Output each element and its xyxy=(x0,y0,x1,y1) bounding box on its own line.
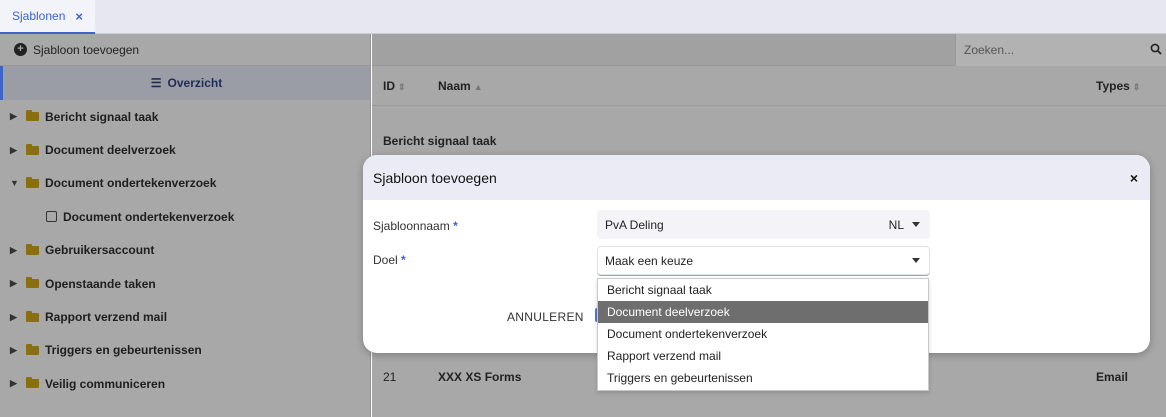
sidebar-folder[interactable]: ▶ Gebruikersaccount xyxy=(0,234,370,267)
template-name-value: PvA Deling xyxy=(605,217,664,232)
chevron-down-icon xyxy=(912,258,920,263)
folder-icon xyxy=(26,243,39,255)
sort-asc-icon: ▲ xyxy=(473,81,483,92)
tab-label: Sjablonen xyxy=(12,9,66,23)
dropdown-option[interactable]: Rapport verzend mail xyxy=(598,345,928,367)
language-value: NL xyxy=(888,217,904,232)
folder-icon xyxy=(26,310,39,322)
tab-sjablonen[interactable]: Sjablonen × xyxy=(0,0,95,34)
template-name-label: Sjabloonnaam * xyxy=(373,219,458,233)
folder-icon xyxy=(26,176,39,188)
caret-right-icon[interactable]: ▶ xyxy=(10,145,20,156)
sort-icon: ⇕ xyxy=(1132,81,1141,92)
search-placeholder: Zoeken... xyxy=(964,43,1015,57)
doel-dropdown-list: Bericht signaal taak Document deelverzoe… xyxy=(597,278,929,391)
close-icon[interactable]: × xyxy=(1130,170,1138,186)
sidebar: + Sjabloon toevoegen ☰ Overzicht ▶ Beric… xyxy=(0,34,371,417)
main-toolbar: Zoeken... xyxy=(372,34,1166,66)
caret-right-icon[interactable]: ▶ xyxy=(10,312,20,323)
row-id: 21 xyxy=(383,370,397,384)
folder-icon xyxy=(26,110,39,122)
caret-right-icon[interactable]: ▶ xyxy=(10,111,20,122)
folder-label: Document deelverzoek xyxy=(45,143,176,158)
row-type: Email xyxy=(1096,370,1129,384)
sidebar-item-overview[interactable]: ☰ Overzicht xyxy=(0,66,370,100)
sidebar-folder[interactable]: ▶ Document deelverzoek xyxy=(0,133,370,166)
doel-label: Doel * xyxy=(373,253,406,267)
folder-icon xyxy=(26,377,39,389)
folder-label: Veilig communiceren xyxy=(45,376,166,391)
plus-circle-icon: + xyxy=(14,43,27,56)
tab-close-icon[interactable]: × xyxy=(75,9,83,24)
column-id[interactable]: ID ⇕ xyxy=(383,79,406,93)
folder-label: Triggers en gebeurtenissen xyxy=(45,343,202,358)
folder-label: Gebruikersaccount xyxy=(45,243,155,258)
dropdown-option[interactable]: Document ondertekenverzoek xyxy=(598,323,928,345)
list-icon: ☰ xyxy=(150,76,162,90)
folder-icon xyxy=(26,143,39,155)
template-label: Document ondertekenverzoek xyxy=(63,209,235,224)
sidebar-template-item[interactable]: Document ondertekenverzoek xyxy=(0,200,370,233)
caret-right-icon[interactable]: ▶ xyxy=(10,345,20,356)
folder-label: Openstaande taken xyxy=(45,276,156,291)
doel-value: Maak een keuze xyxy=(605,253,694,268)
caret-right-icon[interactable]: ▶ xyxy=(10,278,20,289)
required-marker: * xyxy=(401,253,406,267)
sidebar-folder[interactable]: ▶ Openstaande taken xyxy=(0,267,370,300)
folder-label: Rapport verzend mail xyxy=(45,310,168,325)
dialog-header: Sjabloon toevoegen × xyxy=(363,155,1150,200)
template-name-field[interactable]: PvA Deling NL xyxy=(597,210,930,239)
dropdown-option-highlighted[interactable]: Document deelverzoek xyxy=(598,301,928,323)
sidebar-folder[interactable]: ▶ Veilig communiceren xyxy=(0,367,370,400)
dropdown-option[interactable]: Bericht signaal taak xyxy=(598,279,928,301)
add-template-label: Sjabloon toevoegen xyxy=(33,42,140,57)
add-template-button[interactable]: + Sjabloon toevoegen xyxy=(0,34,370,66)
folder-label: Bericht signaal taak xyxy=(45,109,159,124)
search-input[interactable]: Zoeken... xyxy=(955,34,1166,66)
sidebar-folder[interactable]: ▶ Rapport verzend mail xyxy=(0,300,370,333)
required-marker: * xyxy=(453,219,458,233)
row-naam: XXX XS Forms xyxy=(438,370,522,384)
folder-icon xyxy=(26,277,39,289)
cancel-button[interactable]: ANNULEREN xyxy=(507,310,584,324)
table-header: ID ⇕ Naam ▲ Types ⇕ xyxy=(372,66,1166,106)
chevron-down-icon xyxy=(912,222,920,227)
language-select[interactable]: NL xyxy=(889,218,920,232)
column-naam[interactable]: Naam ▲ xyxy=(438,79,483,93)
tab-bar: Sjablonen × xyxy=(0,0,1166,34)
doel-select[interactable]: Maak een keuze xyxy=(597,246,930,276)
group-header: Bericht signaal taak xyxy=(383,134,497,148)
overview-label: Overzicht xyxy=(167,76,223,90)
search-icon[interactable] xyxy=(1150,43,1162,55)
caret-right-icon[interactable]: ▶ xyxy=(10,378,20,389)
document-icon xyxy=(46,211,57,223)
caret-down-icon[interactable]: ▼ xyxy=(10,178,20,188)
dialog-title: Sjabloon toevoegen xyxy=(373,169,497,186)
caret-right-icon[interactable]: ▶ xyxy=(10,245,20,256)
sidebar-folder[interactable]: ▼ Document ondertekenverzoek xyxy=(0,167,370,200)
sidebar-folder[interactable]: ▶ Triggers en gebeurtenissen xyxy=(0,334,370,367)
sort-icon: ⇕ xyxy=(398,81,406,92)
folder-label: Document ondertekenverzoek xyxy=(45,176,217,191)
column-types[interactable]: Types ⇕ xyxy=(1096,79,1140,93)
folder-icon xyxy=(26,343,39,355)
sidebar-folder[interactable]: ▶ Bericht signaal taak xyxy=(0,100,370,133)
dropdown-option[interactable]: Triggers en gebeurtenissen xyxy=(598,367,928,389)
